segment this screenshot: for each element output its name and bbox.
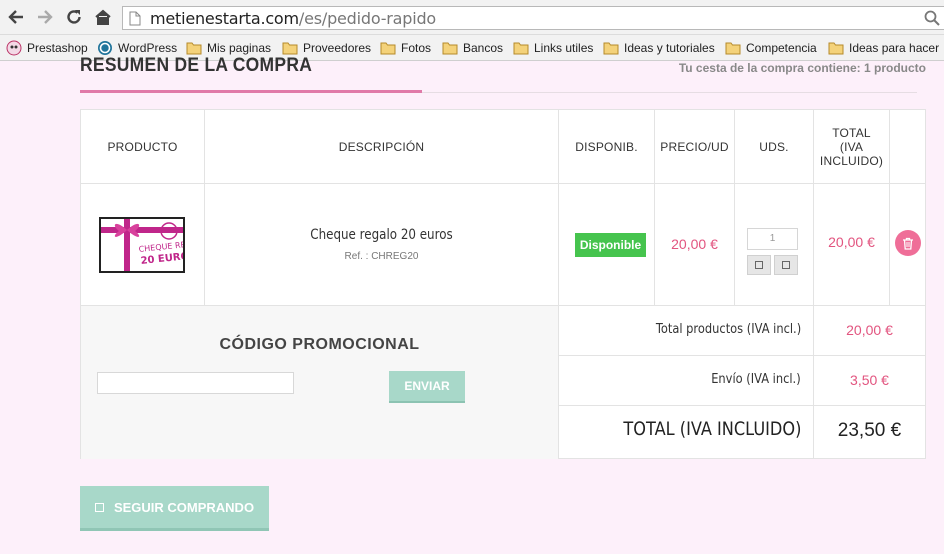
folder-icon	[282, 42, 298, 55]
bookmark-bancos[interactable]: Bancos	[442, 39, 503, 57]
bookmark-label: Bancos	[463, 41, 504, 55]
header-unit-price: PRECIO/UD	[655, 110, 735, 184]
quantity-decrease-button[interactable]	[747, 255, 771, 275]
cell-line-total: 20,00 €	[814, 184, 890, 306]
folder-icon	[603, 42, 619, 55]
bookmark-ideas-tutoriales[interactable]: Ideas y tutoriales	[603, 39, 715, 57]
continue-shopping-label: SEGUIR COMPRANDO	[113, 499, 255, 515]
cell-description: Cheque regalo 20 euros Ref. : CHREG20	[205, 184, 559, 306]
total-products-label-cell: Total productos (IVA incl.)	[559, 306, 814, 356]
arrow-right-icon	[38, 10, 53, 24]
cart-summary-note: Tu cesta de la compra contiene: 1 produc…	[678, 61, 926, 75]
bookmark-label: Prestashop	[27, 41, 88, 55]
total-products-label: Total productos (IVA incl.)	[655, 322, 801, 337]
gift-voucher-image: CHEQUE REGALO 20 EUROS	[101, 219, 183, 271]
plus-icon	[782, 261, 790, 269]
availability-badge: Disponible	[575, 233, 646, 257]
total-products-value-cell: 20,00 €	[814, 306, 925, 356]
line-total: 20,00 €	[828, 234, 875, 250]
product-thumbnail[interactable]: CHEQUE REGALO 20 EUROS	[99, 217, 185, 273]
page-icon	[129, 11, 141, 31]
promo-code-title: CÓDIGO PROMOCIONAL	[219, 336, 420, 353]
title-accent-bar	[80, 90, 422, 93]
bookmark-fotos[interactable]: Fotos	[380, 39, 431, 57]
wordpress-icon	[98, 41, 112, 55]
header-availability: DISPONIB.	[559, 110, 655, 184]
forward-button[interactable]	[34, 6, 56, 28]
bookmark-ideas-para-hacer[interactable]: Ideas para hacer	[828, 39, 939, 57]
header-total-line1: TOTAL	[832, 125, 871, 140]
url-path: /es/pedido-rapido	[298, 9, 437, 28]
product-name-link[interactable]: Cheque regalo 20 euros	[231, 227, 531, 243]
cell-quantity: 1	[735, 184, 814, 306]
prestashop-icon	[6, 40, 22, 56]
folder-icon	[725, 42, 741, 55]
continue-icon	[94, 502, 104, 512]
promo-code-section: CÓDIGO PROMOCIONAL ENVIAR	[81, 306, 559, 459]
bookmark-label: WordPress	[118, 41, 178, 55]
bookmark-label: Competencia	[746, 41, 817, 55]
page-title: RESUMEN DE LA COMPRA	[80, 55, 313, 76]
quantity-increase-button[interactable]	[774, 255, 798, 275]
header-total-line2: (IVA	[839, 139, 864, 154]
folder-icon	[828, 42, 844, 55]
zoom-icon[interactable]	[924, 10, 940, 31]
promo-code-input[interactable]	[97, 372, 294, 394]
product-reference: Ref. : CHREG20	[344, 251, 419, 262]
bookmark-label: Fotos	[401, 41, 432, 55]
continue-shopping-button[interactable]: SEGUIR COMPRANDO	[80, 486, 269, 531]
url-text: metienestarta.com/es/pedido-rapido	[150, 9, 436, 28]
grand-total-label-cell: TOTAL (IVA INCLUIDO)	[559, 406, 814, 459]
minus-icon	[755, 261, 763, 269]
cart-table: PRODUCTO DESCRIPCIÓN DISPONIB. PRECIO/UD…	[80, 109, 926, 459]
folder-icon	[380, 42, 396, 55]
total-products-value: 20,00 €	[846, 322, 893, 338]
bookmark-links-utiles[interactable]: Links utiles	[513, 39, 593, 57]
header-product: PRODUCTO	[81, 110, 205, 184]
folder-icon	[513, 42, 529, 55]
grand-total-label: TOTAL (IVA INCLUIDO)	[623, 418, 801, 440]
grand-total-value-cell: 23,50 €	[814, 406, 925, 459]
bookmark-label: Ideas y tutoriales	[624, 41, 715, 55]
cell-unit-price: 20,00 €	[655, 184, 735, 306]
unit-price: 20,00 €	[671, 236, 718, 252]
shipping-label: Envío (IVA incl.)	[711, 372, 801, 387]
home-icon	[95, 9, 111, 25]
back-button[interactable]	[5, 6, 27, 28]
header-units: UDS.	[735, 110, 814, 184]
trash-icon	[903, 237, 913, 250]
folder-icon	[186, 42, 202, 55]
header-total: TOTAL (IVA INCLUIDO)	[814, 110, 890, 184]
shipping-value-cell: 3,50 €	[814, 356, 925, 406]
bookmark-competencia[interactable]: Competencia	[725, 39, 817, 57]
cell-availability: Disponible	[559, 184, 655, 306]
reload-button[interactable]	[63, 6, 85, 28]
bookmark-label: Proveedores	[303, 41, 372, 55]
shipping-value: 3,50 €	[850, 372, 889, 388]
grand-total-value: 23,50 €	[837, 420, 902, 441]
header-actions	[890, 110, 925, 184]
cell-product-image: CHEQUE REGALO 20 EUROS	[81, 184, 205, 306]
quantity-input[interactable]: 1	[747, 228, 798, 250]
cell-delete	[890, 184, 925, 306]
bookmark-label: Mis paginas	[207, 41, 272, 55]
shipping-label-cell: Envío (IVA incl.)	[559, 356, 814, 406]
url-host: metienestarta.com	[150, 9, 299, 28]
header-total-line3: INCLUIDO)	[819, 153, 884, 168]
header-description: DESCRIPCIÓN	[205, 110, 559, 184]
address-bar[interactable]: metienestarta.com/es/pedido-rapido	[122, 6, 944, 30]
folder-icon	[442, 42, 458, 55]
home-button[interactable]	[92, 6, 114, 28]
bookmark-label: Ideas para hacer	[849, 41, 940, 55]
promo-submit-button[interactable]: ENVIAR	[389, 371, 465, 403]
arrow-left-icon	[8, 10, 23, 24]
bookmark-label: Links utiles	[534, 41, 594, 55]
reload-icon	[67, 10, 81, 24]
delete-item-button[interactable]	[895, 230, 921, 256]
bookmark-prestashop[interactable]: Prestashop	[6, 39, 88, 57]
browser-toolbar: metienestarta.com/es/pedido-rapido	[0, 0, 944, 35]
